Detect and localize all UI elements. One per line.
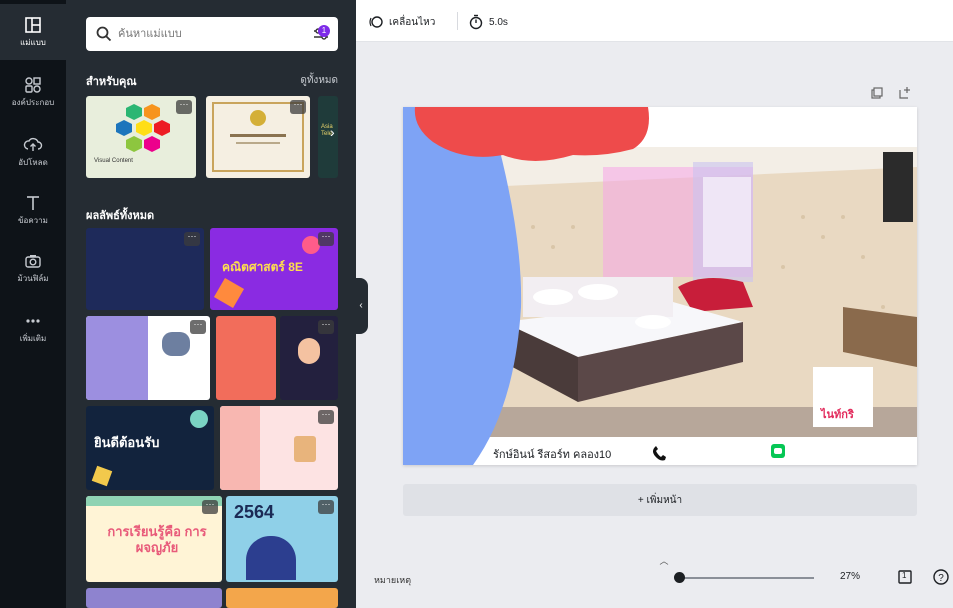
person-graphic: [298, 338, 320, 364]
animate-icon: [369, 16, 383, 28]
help-icon: ?: [933, 569, 949, 585]
template-thumb-navy-stars[interactable]: ···: [86, 228, 204, 310]
add-page-button[interactable]: + เพิ่มหน้า: [403, 484, 917, 516]
rail-item-elements[interactable]: องค์ประกอบ: [0, 64, 66, 120]
timer-icon: [469, 14, 483, 30]
thumb-shape: [91, 465, 113, 487]
rail-item-more[interactable]: เพิ่มเติม: [0, 300, 66, 356]
toolbar-divider: [457, 12, 458, 30]
thumb-panel: [220, 406, 260, 490]
more-options-icon[interactable]: ···: [184, 232, 200, 246]
template-thumb-partial[interactable]: [226, 588, 338, 608]
text-icon: [27, 196, 39, 210]
more-options-icon[interactable]: ···: [190, 320, 206, 334]
rail-label: อัปโหลด: [18, 158, 48, 167]
duration-button[interactable]: 5.0s: [468, 12, 508, 32]
template-thumb-math[interactable]: คณิตศาสตร์ 8E ···: [210, 228, 338, 310]
more-options-icon[interactable]: ···: [318, 320, 334, 334]
thumb-title: 2564: [234, 502, 275, 522]
thumb-title: การเรียนรู้คือ การผจญภัย: [107, 524, 207, 555]
filter-button[interactable]: 1: [310, 23, 332, 45]
thumb-title: คณิตศาสตร์ 8E: [222, 260, 303, 274]
cake-graphic: [294, 436, 316, 462]
notes-button[interactable]: หมายเหตุ: [374, 573, 411, 587]
template-thumb-certificate[interactable]: ···: [206, 96, 310, 178]
chevron-up-icon[interactable]: ︿: [654, 554, 674, 566]
template-thumb-coral[interactable]: [216, 316, 276, 400]
panel-collapse-handle[interactable]: ‹: [354, 278, 368, 334]
see-all-link[interactable]: ดูทั้งหมด: [300, 73, 338, 88]
template-icon: [25, 17, 41, 33]
owl-graphic: [162, 332, 190, 356]
all-results-heading: ผลลัพธ์ทั้งหมด: [86, 210, 155, 222]
help-button[interactable]: ?: [932, 568, 950, 586]
duplicate-page-icon[interactable]: [870, 86, 884, 102]
zoom-slider-track[interactable]: [676, 577, 814, 579]
template-thumb-learning[interactable]: การเรียนรู้คือ การผจญภัย ···: [86, 496, 222, 582]
template-thumb-visual-content[interactable]: Visual Content ···: [86, 96, 196, 178]
canvas-footer-text: รักษ์อินน์ รีสอร์ท คลอง10: [493, 449, 612, 461]
more-icon: [26, 319, 40, 323]
svg-text:?: ?: [938, 573, 944, 584]
template-thumb-2564[interactable]: 2564 ···: [226, 496, 338, 582]
templates-panel: 1 สำหรับคุณ ดูทั้งหมด Visual Content ···…: [66, 0, 356, 608]
more-options-icon[interactable]: ···: [176, 100, 192, 114]
animate-label: เคลื่อนไหว: [389, 16, 436, 28]
rail-item-camera-roll[interactable]: ม้วนฟิล์ม: [0, 240, 66, 296]
thumb-caption: Visual Content: [94, 158, 133, 164]
more-options-icon[interactable]: ···: [318, 232, 334, 246]
search-input[interactable]: [118, 24, 298, 44]
zoom-level[interactable]: 27%: [840, 571, 860, 582]
thumb-graphic: [160, 246, 196, 282]
animate-button[interactable]: เคลื่อนไหว: [368, 12, 435, 32]
template-thumb-owl[interactable]: ···: [86, 316, 210, 400]
more-options-icon[interactable]: ···: [290, 100, 306, 114]
certificate-line: [236, 142, 280, 144]
bottom-bar: ︿ หมายเหตุ 27% 1 ?: [356, 556, 953, 608]
for-you-heading: สำหรับคุณ: [86, 76, 137, 88]
rail-label: แม่แบบ: [20, 38, 46, 47]
elements-icon: [25, 77, 41, 93]
top-toolbar: เคลื่อนไหว 5.0s: [356, 0, 953, 42]
thumb-shape: [190, 410, 208, 428]
certificate-line: [230, 134, 286, 137]
zoom-slider-knob[interactable]: [674, 572, 685, 583]
camera-icon: [25, 255, 41, 268]
template-thumb-person[interactable]: ···: [280, 316, 338, 400]
search-icon: [96, 26, 112, 42]
more-options-icon[interactable]: ···: [318, 500, 334, 514]
rail-item-uploads[interactable]: อัปโหลด: [0, 124, 66, 180]
template-thumb-welcome[interactable]: ยินดีต้อนรับ: [86, 406, 214, 490]
sign-text: ไนท์กริ: [821, 409, 854, 421]
template-thumb-cake[interactable]: ···: [220, 406, 338, 490]
side-rail: แม่แบบ องค์ประกอบ อัปโหลด ข้อความ ม้วนฟิ…: [0, 0, 66, 608]
thumb-panel: [86, 316, 148, 400]
duration-label: 5.0s: [489, 16, 508, 28]
certificate-seal: [250, 110, 266, 126]
design-canvas[interactable]: ไนท์กริ รักษ์อินน์ รีสอร์ท คลอง10: [403, 107, 917, 465]
page-count-button[interactable]: 1: [896, 568, 914, 586]
template-thumb-partial[interactable]: [86, 588, 222, 608]
thumb-shape: [246, 536, 296, 580]
thumb-shape: [213, 277, 245, 309]
thumb-title: ยินดีต้อนรับ: [94, 435, 160, 450]
carousel-next-icon[interactable]: ›: [330, 124, 344, 148]
upload-icon: [23, 137, 43, 151]
page-count: 1: [902, 571, 907, 580]
filter-count-badge: 1: [318, 25, 330, 37]
add-page-icon[interactable]: [898, 86, 912, 102]
rail-label: องค์ประกอบ: [11, 98, 55, 107]
more-options-icon[interactable]: ···: [318, 410, 334, 424]
rail-label: เพิ่มเติม: [19, 334, 47, 343]
rail-item-text[interactable]: ข้อความ: [0, 182, 66, 238]
rail-label: ม้วนฟิล์ม: [17, 274, 49, 283]
more-options-icon[interactable]: ···: [202, 500, 218, 514]
rail-label: ข้อความ: [18, 216, 48, 225]
rail-item-templates[interactable]: แม่แบบ: [0, 4, 66, 60]
search-box: 1: [86, 17, 338, 51]
